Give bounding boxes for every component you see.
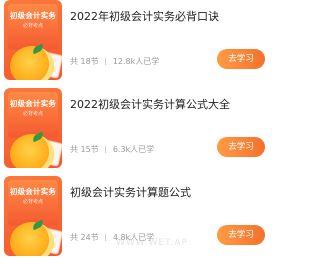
go-study-button[interactable]: 去学习 <box>217 49 265 69</box>
course-cover-image[interactable]: 初级会计实务 必背考点 <box>4 88 62 168</box>
section-count: 15节 <box>80 145 99 154</box>
course-cover-image[interactable]: 初级会计实务 必背考点 <box>4 0 62 80</box>
cover-subtitle: 必背考点 <box>22 23 43 29</box>
course-cover-image[interactable]: 初级会计实务 必背考点 <box>4 176 62 256</box>
meta-prefix: 共 <box>70 233 78 242</box>
cover-title: 初级会计实务 <box>9 187 57 196</box>
cover-subtitle: 必背考点 <box>22 111 43 117</box>
learner-count: 6.3k人已学 <box>112 145 155 154</box>
course-title[interactable]: 2022年初级会计实务必背口诀 <box>70 8 269 24</box>
course-item[interactable]: 初级会计实务 必背考点 2022年初级会计实务必背口诀 共 18节 12.8k人… <box>0 0 273 80</box>
course-item[interactable]: 初级会计实务 必背考点 2022初级会计实务计算公式大全 共 15节 6.3k人… <box>0 88 273 168</box>
meta-divider <box>105 58 107 65</box>
go-study-button[interactable]: 去学习 <box>217 225 265 245</box>
go-study-button[interactable]: 去学习 <box>217 137 265 157</box>
cover-subtitle: 必背考点 <box>22 199 43 205</box>
meta-prefix: 共 <box>70 57 78 66</box>
watermark: WWW.WET.AP <box>116 238 188 248</box>
course-list: 初级会计实务 必背考点 2022年初级会计实务必背口诀 共 18节 12.8k人… <box>0 0 273 265</box>
learner-count: 12.8k人已学 <box>112 57 160 66</box>
section-count: 24节 <box>80 233 99 242</box>
meta-prefix: 共 <box>70 145 78 154</box>
course-title[interactable]: 初级会计实务计算题公式 <box>70 184 269 200</box>
course-meta: 共 15节 6.3k人已学 <box>70 144 154 155</box>
meta-divider <box>105 234 107 241</box>
cover-title: 初级会计实务 <box>9 11 57 20</box>
meta-divider <box>105 146 107 153</box>
section-count: 18节 <box>80 57 99 66</box>
course-title[interactable]: 2022初级会计实务计算公式大全 <box>70 96 269 112</box>
course-meta: 共 18节 12.8k人已学 <box>70 56 159 67</box>
cover-title: 初级会计实务 <box>9 99 57 108</box>
